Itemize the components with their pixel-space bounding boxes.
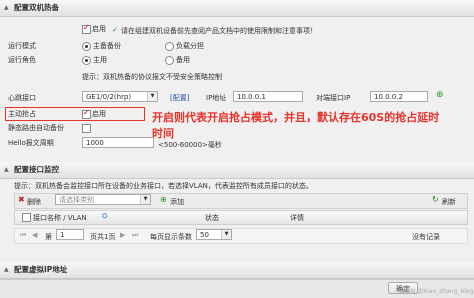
role-option-1: 主用: [93, 56, 107, 64]
peer-ip-input[interactable]: 10.0.0.2: [370, 91, 428, 102]
vip-section-header[interactable]: ▲ 配置虚拟IP地址: [0, 262, 474, 279]
mode-radio-load-sharing[interactable]: [165, 42, 174, 51]
per-page-value: 50: [200, 231, 209, 239]
configure-link[interactable]: [配置]: [170, 93, 189, 103]
monitor-section-title: 配置接口监控: [14, 165, 59, 174]
ha-enable-label: 启用: [92, 25, 106, 33]
preempt-label: 主动抢占: [8, 110, 36, 118]
collapse-icon[interactable]: ▲: [4, 162, 9, 178]
session-checkbox[interactable]: [82, 124, 91, 133]
refresh-icon[interactable]: ↻: [432, 195, 439, 204]
info-icon: ✓: [112, 26, 118, 34]
no-records-text: 没有记录: [412, 233, 440, 241]
ha-notice: 请在组建双机设备前先查阅产品文档中的使用限制和注意事项！: [121, 27, 317, 35]
type-select-placeholder: 请选择类别: [59, 196, 94, 204]
page-label: 第: [45, 233, 52, 241]
ip-input[interactable]: 10.0.0.1: [233, 91, 303, 102]
chevron-down-icon: ▼: [221, 230, 231, 239]
watermark: CSDN @Xiao_zhang_blog: [398, 288, 474, 295]
ha-section-title: 配置双机热备: [14, 3, 59, 12]
ip-label: IP地址: [206, 94, 227, 102]
add-icon[interactable]: ⊕: [436, 90, 444, 100]
ha-hint: 提示：双机热备的协议报文不受安全策略控制: [82, 73, 222, 81]
annotation-line-1: 开启则代表开启抢占模式，并且，默认存在60S的抢占延时: [152, 111, 440, 124]
mode-option-1: 主备备份: [93, 42, 121, 50]
chevron-down-icon: ▼: [147, 92, 157, 101]
delete-icon[interactable]: ✖: [18, 195, 25, 204]
hello-input[interactable]: 1000: [82, 137, 154, 148]
role-label: 运行角色: [8, 56, 36, 64]
page-value: 1: [60, 231, 65, 239]
preempt-enable-label: 启用: [92, 110, 106, 118]
chevron-down-icon: ▼: [140, 195, 150, 204]
refresh-label[interactable]: 刷新: [442, 197, 456, 207]
ip-value: 10.0.0.1: [237, 93, 266, 101]
heartbeat-interface-value: GE1/0/2(hrp): [86, 93, 132, 101]
ha-section-header[interactable]: ▲ 配置双机热备: [0, 0, 474, 17]
type-select[interactable]: 请选择类别 ▼: [55, 194, 151, 205]
preempt-checkbox[interactable]: [82, 108, 91, 119]
per-page-select[interactable]: 50 ▼: [196, 229, 232, 240]
page-input[interactable]: 1: [56, 229, 84, 240]
page-total: 页共1页: [90, 233, 116, 241]
select-all-checkbox[interactable]: [22, 213, 31, 222]
collapse-icon[interactable]: ▲: [4, 262, 9, 278]
hello-value: 1000: [86, 139, 104, 147]
peer-ip-value: 10.0.0.2: [374, 93, 403, 101]
peer-ip-label: 对端接口IP: [316, 94, 351, 102]
add-label[interactable]: 添加: [170, 197, 184, 207]
next-page-icon[interactable]: ▶: [120, 231, 125, 239]
column-header-detail[interactable]: 详情: [290, 213, 304, 223]
first-page-icon[interactable]: ⏮: [20, 231, 26, 240]
column-header-status[interactable]: 状态: [205, 213, 219, 223]
session-label: 静态路由自动备份: [8, 124, 64, 132]
hello-label: Hello报文周期: [8, 139, 54, 147]
delete-label[interactable]: 删除: [27, 197, 41, 207]
role-radio-active[interactable]: [82, 56, 91, 65]
per-page-label: 每页显示条数: [150, 233, 192, 241]
mode-option-2: 负载分担: [176, 42, 204, 50]
last-page-icon[interactable]: ⏭: [132, 231, 138, 240]
network-icon: ⛭: [102, 212, 108, 220]
heartbeat-interface-select[interactable]: GE1/0/2(hrp) ▼: [82, 91, 158, 102]
mode-radio-active-standby[interactable]: [82, 42, 91, 51]
add-icon[interactable]: ⊕: [160, 195, 167, 204]
monitor-section-header[interactable]: ▲ 配置接口监控: [0, 162, 474, 179]
role-radio-standby[interactable]: [165, 56, 174, 65]
monitor-hint: 提示：双机热备会监控接口所在设备的业务接口，若选择VLAN，代表监控所有成员接口…: [14, 182, 313, 190]
heartbeat-label: 心跳接口: [8, 94, 36, 102]
annotation-line-2: 时间: [152, 127, 174, 140]
vip-section-title: 配置虚拟IP地址: [14, 265, 68, 274]
prev-page-icon[interactable]: ◀: [32, 231, 37, 239]
mode-label: 运行模式: [8, 42, 36, 50]
hello-range: <500-60000>毫秒: [158, 141, 222, 149]
ha-enable-checkbox[interactable]: [82, 23, 91, 34]
column-header-interface[interactable]: 接口名称 / VLAN: [33, 213, 87, 223]
role-option-2: 备用: [176, 56, 190, 64]
collapse-icon[interactable]: ▲: [4, 0, 9, 16]
